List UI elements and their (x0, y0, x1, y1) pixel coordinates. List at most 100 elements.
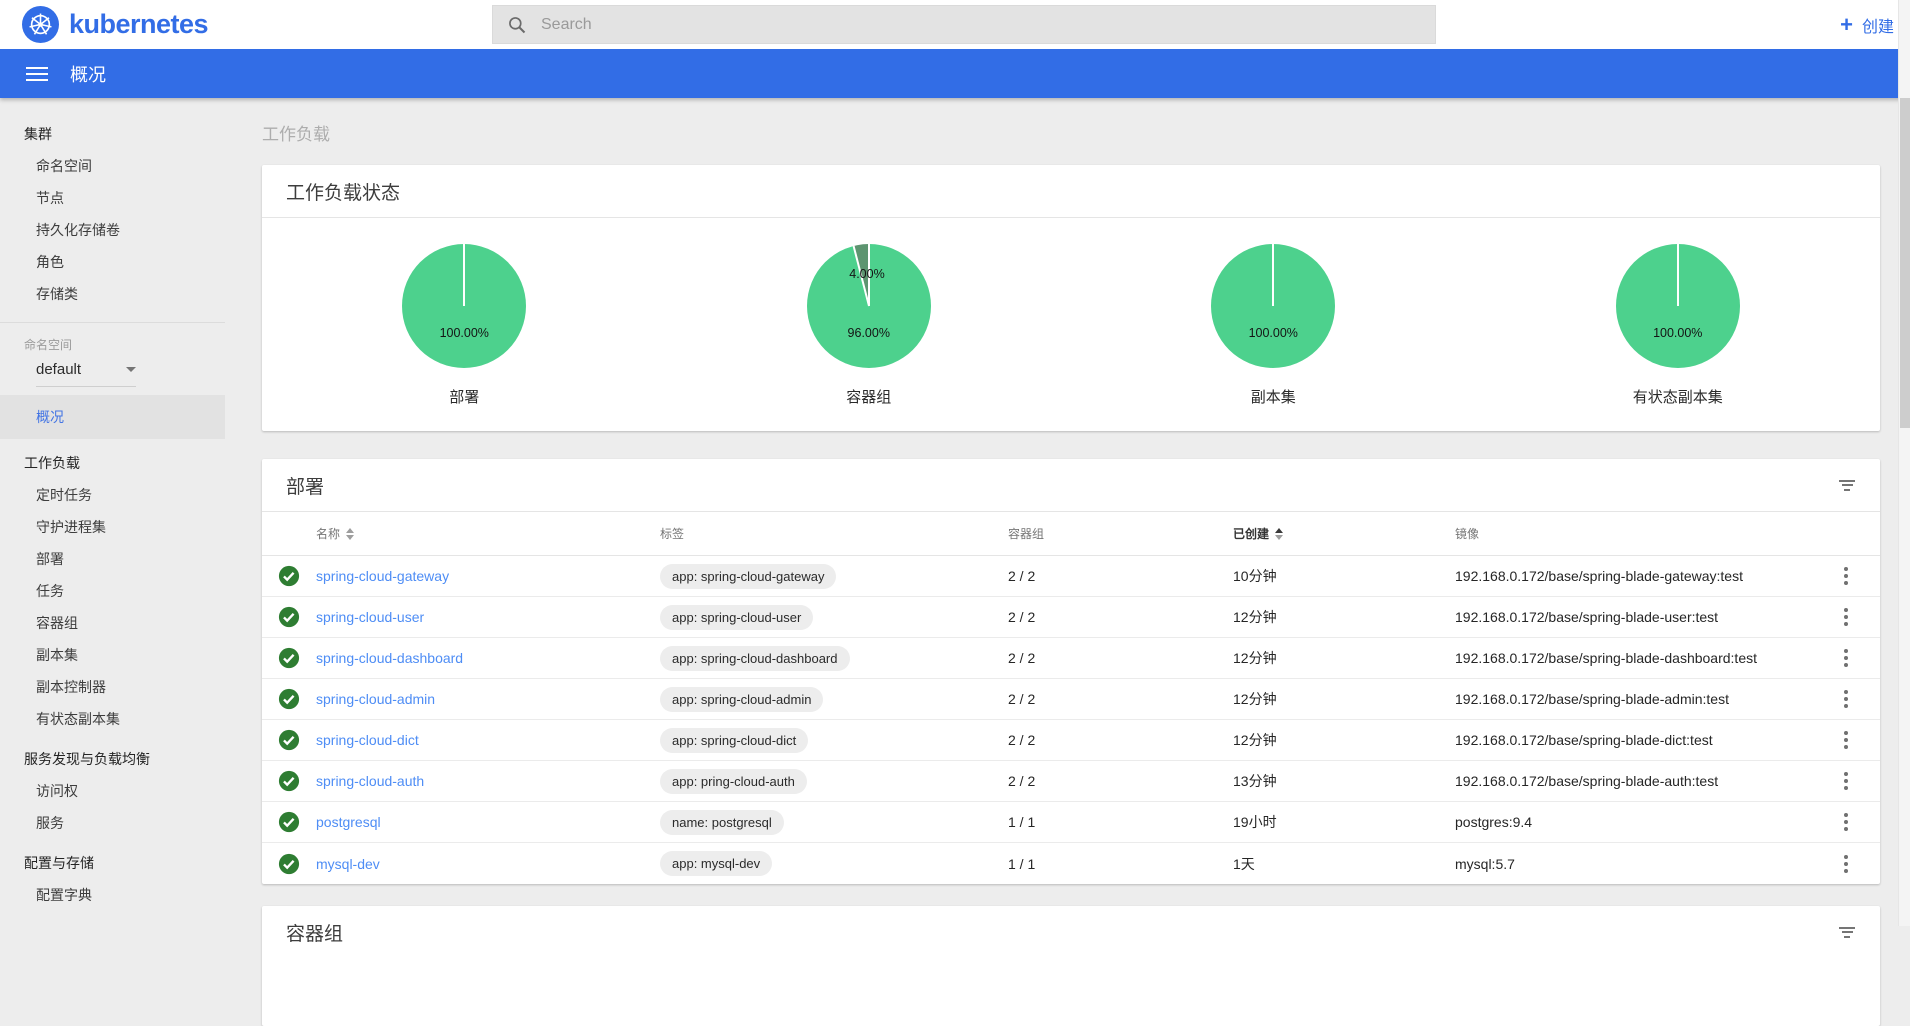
image-cell: 192.168.0.172/base/spring-blade-dict:tes… (1455, 732, 1824, 748)
pods-cell: 2 / 2 (1008, 691, 1233, 707)
deployment-name-link[interactable]: mysql-dev (316, 856, 380, 872)
create-button-label: 创建 (1862, 13, 1894, 37)
status-ok-icon (278, 565, 300, 587)
sort-icon[interactable] (346, 528, 354, 540)
created-cell: 10分钟 (1233, 566, 1455, 586)
table-row: spring-cloud-admin app: spring-cloud-adm… (262, 679, 1880, 720)
search-bar[interactable] (492, 5, 1436, 44)
status-ok-icon (278, 770, 300, 792)
sidebar-section-cluster[interactable]: 集群 (0, 118, 225, 150)
pie-caption: 副本集 (1251, 386, 1296, 407)
sidebar-item-ingresses[interactable]: 访问权 (0, 775, 225, 807)
pods-title: 容器组 (286, 919, 343, 946)
sidebar-item-replication-controllers[interactable]: 副本控制器 (0, 671, 225, 703)
table-header: 名称 标签 容器组 已创建 镜像 (262, 512, 1880, 556)
column-header-created[interactable]: 已创建 (1233, 525, 1455, 542)
row-menu-icon[interactable] (1838, 772, 1854, 790)
scrollbar[interactable] (1898, 0, 1910, 926)
sidebar-item-cron-jobs[interactable]: 定时任务 (0, 479, 225, 511)
brand-text: kubernetes (69, 9, 208, 40)
label-pill: app: spring-cloud-gateway (660, 564, 836, 589)
pie-secondary-label: 4.00% (849, 267, 884, 281)
sidebar-item-overview[interactable]: 概况 (0, 395, 225, 439)
sidebar-nav: 集群 命名空间 节点 持久化存储卷 角色 存储类 命名空间 default 概况… (0, 98, 225, 926)
row-menu-icon[interactable] (1838, 567, 1854, 585)
deployment-name-link[interactable]: spring-cloud-dashboard (316, 650, 463, 666)
namespace-label: 命名空间 (0, 333, 225, 357)
sidebar-item-namespaces[interactable]: 命名空间 (0, 150, 225, 182)
plus-icon: + (1840, 14, 1853, 36)
column-header-pods[interactable]: 容器组 (1008, 525, 1233, 542)
filter-icon[interactable] (1838, 477, 1856, 493)
pie-chart-stateful-sets[interactable]: 100.00% (1616, 244, 1740, 368)
pie-value-label: 96.00% (848, 326, 890, 340)
sidebar-item-daemon-sets[interactable]: 守护进程集 (0, 511, 225, 543)
image-cell: postgres:9.4 (1455, 814, 1824, 830)
sidebar-item-storage-classes[interactable]: 存储类 (0, 278, 225, 310)
label-pill: name: postgresql (660, 810, 784, 835)
sidebar-item-jobs[interactable]: 任务 (0, 575, 225, 607)
sidebar-section-discovery[interactable]: 服务发现与负载均衡 (0, 743, 225, 775)
kubernetes-brand[interactable]: kubernetes (22, 6, 208, 43)
label-pill: app: spring-cloud-admin (660, 687, 823, 712)
deployment-name-link[interactable]: spring-cloud-gateway (316, 568, 449, 584)
sidebar-item-deployments[interactable]: 部署 (0, 543, 225, 575)
status-ok-icon (278, 606, 300, 628)
created-cell: 13分钟 (1233, 771, 1455, 791)
content-title: 工作负载 (262, 120, 1880, 145)
table-row: spring-cloud-auth app: pring-cloud-auth … (262, 761, 1880, 802)
pie-value-label: 100.00% (1249, 326, 1298, 340)
sidebar-item-pods[interactable]: 容器组 (0, 607, 225, 639)
filter-icon[interactable] (1838, 924, 1856, 940)
page-heading: 概况 (70, 61, 106, 87)
row-menu-icon[interactable] (1838, 608, 1854, 626)
pie-pods: 4.00% 96.00% 容器组 (667, 244, 1072, 407)
label-pill: app: pring-cloud-auth (660, 769, 807, 794)
row-menu-icon[interactable] (1838, 855, 1854, 873)
menu-icon[interactable] (26, 63, 48, 85)
search-input[interactable] (541, 16, 1341, 34)
pods-cell: 2 / 2 (1008, 773, 1233, 789)
row-menu-icon[interactable] (1838, 649, 1854, 667)
created-cell: 12分钟 (1233, 607, 1455, 627)
sidebar-item-persistent-volumes[interactable]: 持久化存储卷 (0, 214, 225, 246)
deployment-name-link[interactable]: spring-cloud-user (316, 609, 424, 625)
sidebar-item-services[interactable]: 服务 (0, 807, 225, 839)
row-menu-icon[interactable] (1838, 731, 1854, 749)
column-header-labels[interactable]: 标签 (660, 525, 1008, 542)
sidebar-item-roles[interactable]: 角色 (0, 246, 225, 278)
column-header-images[interactable]: 镜像 (1455, 525, 1824, 542)
namespace-select[interactable]: default (36, 361, 136, 387)
namespace-selected-value: default (36, 361, 81, 378)
deployment-name-link[interactable]: spring-cloud-dict (316, 732, 419, 748)
row-menu-icon[interactable] (1838, 690, 1854, 708)
pie-caption: 有状态副本集 (1633, 386, 1723, 407)
pie-replica-sets: 100.00% 副本集 (1071, 244, 1476, 407)
sidebar-section-config-storage[interactable]: 配置与存储 (0, 847, 225, 879)
pie-caption: 容器组 (846, 386, 891, 407)
column-header-name[interactable]: 名称 (316, 525, 660, 542)
pie-chart-replica-sets[interactable]: 100.00% (1211, 244, 1335, 368)
pods-cell: 1 / 1 (1008, 856, 1233, 872)
status-ok-icon (278, 853, 300, 875)
sidebar-item-config-maps[interactable]: 配置字典 (0, 879, 225, 911)
pie-chart-deployments[interactable]: 100.00% (402, 244, 526, 368)
sidebar-item-stateful-sets[interactable]: 有状态副本集 (0, 703, 225, 735)
create-button[interactable]: + 创建 (1840, 0, 1894, 49)
workload-status-title: 工作负载状态 (286, 178, 400, 205)
sidebar-section-workloads[interactable]: 工作负载 (0, 447, 225, 479)
deployment-name-link[interactable]: postgresql (316, 814, 381, 830)
pie-stateful-sets: 100.00% 有状态副本集 (1476, 244, 1881, 407)
scrollbar-thumb[interactable] (1900, 98, 1910, 428)
sidebar-item-nodes[interactable]: 节点 (0, 182, 225, 214)
sort-icon-active[interactable] (1275, 528, 1283, 540)
sidebar-item-replica-sets[interactable]: 副本集 (0, 639, 225, 671)
row-menu-icon[interactable] (1838, 813, 1854, 831)
pie-deployments: 100.00% 部署 (262, 244, 667, 407)
created-cell: 1天 (1233, 854, 1455, 874)
status-ok-icon (278, 647, 300, 669)
pie-chart-pods[interactable]: 4.00% 96.00% (807, 244, 931, 368)
deployment-name-link[interactable]: spring-cloud-admin (316, 691, 435, 707)
deployment-name-link[interactable]: spring-cloud-auth (316, 773, 424, 789)
table-row: spring-cloud-user app: spring-cloud-user… (262, 597, 1880, 638)
